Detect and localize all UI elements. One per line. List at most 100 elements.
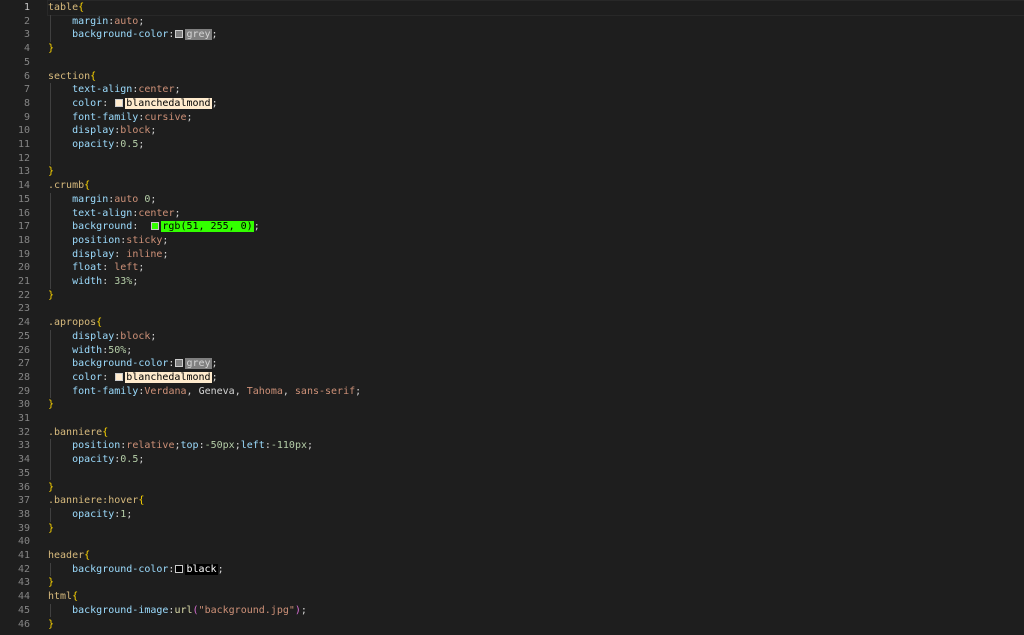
code-line[interactable]: opacity:0.5; <box>48 453 144 467</box>
code-line[interactable]: text-align:center; <box>48 83 181 97</box>
css-number: -50px <box>204 440 235 452</box>
line-number: 2 <box>23 15 30 27</box>
line-number: 14 <box>17 180 30 192</box>
css-property: margin <box>72 193 109 205</box>
code-line[interactable]: margin:auto 0; <box>48 193 156 207</box>
color-swatch-icon[interactable] <box>115 372 124 381</box>
css-color-value: grey <box>185 29 212 41</box>
css-value: block <box>120 330 151 342</box>
punctuation: ; <box>211 358 218 370</box>
css-property: background-color <box>72 358 169 370</box>
code-line[interactable]: .crumb{ <box>48 179 90 193</box>
line-number: 19 <box>17 248 30 260</box>
code-line[interactable]: display:block; <box>48 124 156 138</box>
color-swatch-icon[interactable] <box>175 564 184 573</box>
punctuation: ; <box>174 84 181 96</box>
css-value: relative <box>126 440 175 452</box>
code-line[interactable]: opacity:1; <box>48 508 132 522</box>
code-line[interactable]: } <box>48 618 54 632</box>
code-line[interactable]: color: blanchedalmond; <box>48 371 218 385</box>
css-color-value: black <box>185 563 218 575</box>
code-line[interactable]: .banniere{ <box>48 426 108 440</box>
punctuation: ; <box>138 15 145 27</box>
punctuation: ; <box>150 125 157 137</box>
indent-guide <box>50 14 51 43</box>
punctuation: ; <box>126 344 133 356</box>
punctuation: ; <box>150 193 157 205</box>
color-swatch-icon[interactable] <box>175 359 184 368</box>
css-property: background-color <box>72 29 169 41</box>
css-property: opacity <box>72 508 115 520</box>
code-line[interactable]: html{ <box>48 590 78 604</box>
css-property: text-align <box>72 207 133 219</box>
line-number: 31 <box>17 413 30 424</box>
css-property: opacity <box>72 139 115 150</box>
code-line[interactable]: position:relative;top:-50px;left:-110px; <box>48 439 313 453</box>
code-line[interactable]: display: inline; <box>48 248 168 262</box>
code-line[interactable]: .banniere:hover{ <box>48 494 144 508</box>
code-line[interactable]: color: blanchedalmond; <box>48 97 218 111</box>
code-line[interactable]: font-family:cursive; <box>48 111 192 125</box>
code-line[interactable]: background: rgb(51, 255, 0); <box>48 220 260 234</box>
code-line[interactable]: width: 33%; <box>48 275 138 289</box>
code-area[interactable]: table{ margin:auto; background-color: gre… <box>47 0 1024 635</box>
code-line[interactable]: background-color: grey; <box>48 357 218 371</box>
line-number-gutter: 1 2 3 4 5 6 7 8 9 10 11 12 13 14 15 16 17 18 19 20 21 22 23 24 2… <box>0 0 38 635</box>
line-number: 16 <box>17 207 30 219</box>
code-line[interactable]: background-color: grey; <box>48 28 218 42</box>
css-value: block <box>120 125 151 137</box>
code-line[interactable]: float: left; <box>48 261 144 275</box>
brace: { <box>96 317 103 329</box>
code-line[interactable]: } <box>48 289 54 303</box>
code-line[interactable]: font-family:Verdana, Geneva, Tahoma, san… <box>48 385 361 399</box>
brace: } <box>48 618 55 630</box>
code-line[interactable]: section{ <box>48 70 96 84</box>
color-swatch-icon[interactable] <box>115 98 124 107</box>
punctuation: ; <box>138 262 145 274</box>
line-number: 6 <box>23 70 30 82</box>
code-line[interactable]: table{ <box>47 0 1024 16</box>
brace: } <box>48 166 55 178</box>
code-line[interactable]: } <box>48 576 54 590</box>
code-line[interactable]: display:block; <box>48 330 156 344</box>
css-selector: section <box>48 70 91 82</box>
code-line[interactable]: } <box>48 481 54 495</box>
punctuation: ; <box>138 454 145 466</box>
line-number: 43 <box>17 577 30 589</box>
line-number: 37 <box>17 495 30 507</box>
code-editor[interactable]: 1 2 3 4 5 6 7 8 9 10 11 12 13 14 15 16 17 18 19 20 21 22 23 24 2… <box>0 0 1024 635</box>
punctuation: ; <box>306 440 314 452</box>
punctuation: , <box>282 385 295 397</box>
brace: { <box>84 550 91 561</box>
css-value: inline <box>126 248 163 260</box>
line-number: 21 <box>17 276 30 287</box>
line-number: 39 <box>17 522 30 534</box>
code-line[interactable]: width:50%; <box>48 344 132 358</box>
code-line[interactable]: margin:auto; <box>48 15 144 29</box>
line-number: 46 <box>17 618 30 630</box>
code-line[interactable]: } <box>48 398 54 412</box>
code-line[interactable]: text-align:center; <box>48 207 180 221</box>
code-line[interactable]: } <box>48 522 54 536</box>
code-line[interactable]: background-image:url("background.jpg"); <box>48 604 307 618</box>
line-number: 10 <box>17 125 30 137</box>
line-number: 7 <box>23 84 30 96</box>
code-line[interactable]: position:sticky; <box>48 234 168 248</box>
css-property: position <box>72 440 121 452</box>
code-line[interactable]: } <box>48 42 54 56</box>
color-swatch-icon[interactable] <box>175 30 184 39</box>
code-line[interactable]: header{ <box>48 549 90 563</box>
code-line[interactable]: } <box>48 165 54 179</box>
color-swatch-icon[interactable] <box>151 222 160 231</box>
code-line[interactable]: background-color: black; <box>48 563 224 577</box>
line-number: 5 <box>23 56 30 68</box>
code-line[interactable]: opacity:0.5; <box>48 138 144 152</box>
code-line[interactable]: .apropos{ <box>48 316 102 330</box>
